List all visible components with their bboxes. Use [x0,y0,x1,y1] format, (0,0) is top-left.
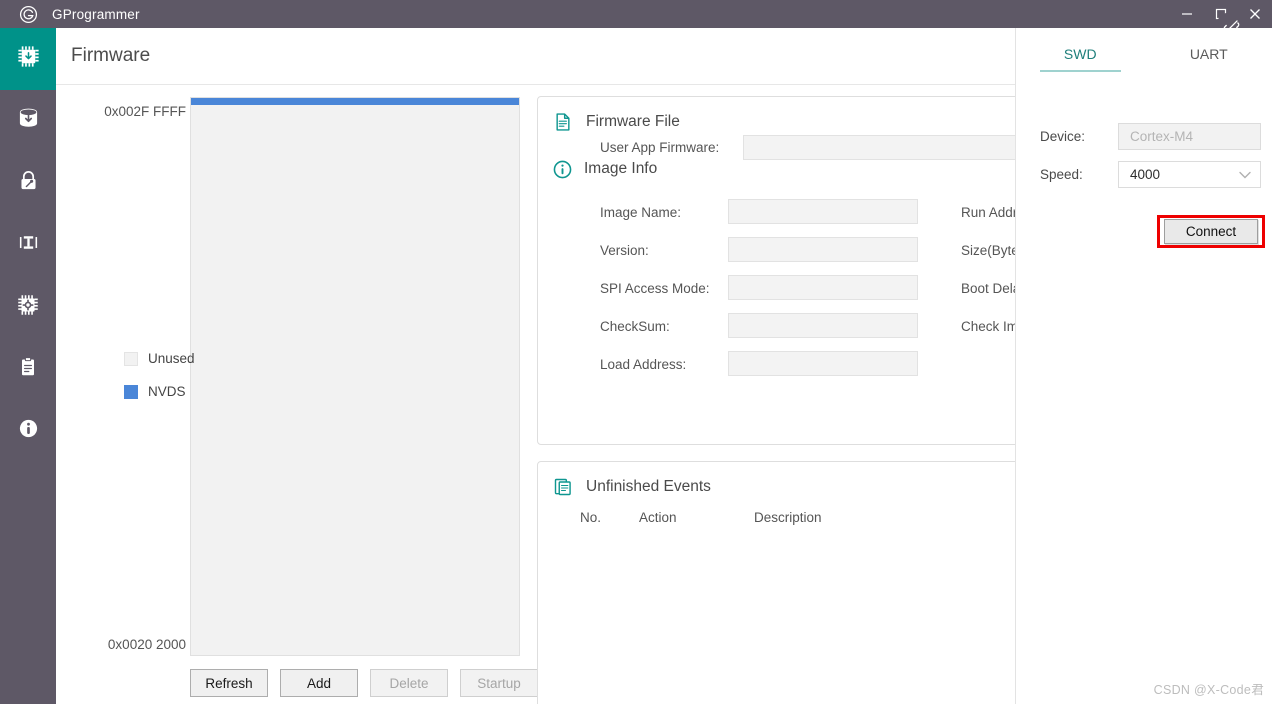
chip-download-icon [15,43,42,75]
page-header: Firmware [56,28,1015,85]
legend-label-nvds: NVDS [148,384,186,399]
add-button[interactable]: Add [280,669,358,697]
documents-stack-icon [552,476,574,498]
title-bar: GProgrammer [0,0,1272,28]
connection-panel: SWD UART Device: Cortex-M4 Speed: 4000 [1015,28,1272,708]
info-circle-icon [16,416,41,446]
spi-access-mode-label: SPI Access Mode: [600,281,710,296]
document-icon [552,111,574,133]
page-title: Firmware [71,45,151,66]
sidebar-item-firmware[interactable] [0,28,56,90]
connection-tabs: SWD UART [1016,28,1272,80]
memory-region-nvds[interactable] [191,98,519,105]
sidebar-item-about[interactable] [0,400,56,462]
boot-delay-label: Boot Delay: [961,281,1015,296]
memory-map-canvas[interactable] [190,97,520,656]
sidebar-item-efuse[interactable] [0,214,56,276]
lock-key-icon [16,168,41,198]
load-address-label: Load Address: [600,357,687,372]
image-name-label: Image Name: [600,205,682,220]
image-name-input[interactable] [728,199,918,224]
sidebar-item-log[interactable] [0,338,56,400]
minimize-button[interactable] [1170,0,1204,28]
unfinished-events-card: Unfinished Events No. Action Description [537,461,1015,708]
version-input[interactable] [728,237,918,262]
firmware-file-card: Firmware File User App Firmware: Image I… [537,96,1015,445]
version-label: Version: [600,243,649,258]
tab-uart[interactable]: UART [1145,28,1272,80]
device-row: Device: Cortex-M4 [1040,123,1261,150]
chip-settings-icon [15,292,41,323]
sidebar-rail [0,28,56,708]
legend-swatch-unused [124,351,138,366]
memory-top-address: 0x002F FFFF [104,104,186,119]
sidebar-item-flash-download[interactable] [0,90,56,152]
watermark: CSDN @X-Code君 [1153,683,1264,697]
run-address-label: Run Address: [961,205,1015,220]
spi-access-mode-input[interactable] [728,275,918,300]
events-column-no: No. [580,510,602,525]
delete-button: Delete [370,669,448,697]
checksum-label: CheckSum: [600,319,670,334]
check-image-label: Check Image: [961,319,1015,334]
device-input: Cortex-M4 [1118,123,1261,150]
user-app-firmware-input[interactable] [743,135,1015,160]
firmware-file-header: Firmware File [538,97,1015,133]
chevron-down-icon [1239,171,1251,179]
speed-select[interactable]: 4000 [1118,161,1261,188]
main-content: 0x002F FFFF 0x0020 2000 Unused NVDS Refr… [56,86,1015,708]
refresh-button[interactable]: Refresh [190,669,268,697]
legend-swatch-nvds [124,384,138,399]
sidebar-item-security[interactable] [0,152,56,214]
size-byte-label: Size(Byte): [961,243,1015,258]
app-window: GProgrammer Firmware 0x002F FFFF 0x0020 … [0,0,1272,708]
speed-label: Speed: [1040,167,1083,182]
g-circle-logo-icon [14,0,42,28]
connect-button[interactable]: Connect [1164,219,1258,244]
legend-item-nvds: NVDS [124,384,195,399]
clipboard-icon [16,355,40,384]
memory-legend: Unused NVDS [124,351,195,417]
tab-swd[interactable]: SWD [1016,28,1145,80]
memory-action-buttons: Refresh Add Delete Startup [190,669,538,697]
info-circle-icon [552,159,573,185]
app-title: GProgrammer [52,6,140,22]
efuse-tool-icon [16,230,41,260]
checksum-input[interactable] [728,313,918,338]
connect-highlight-box: Connect [1157,215,1265,248]
memory-map-panel: 0x002F FFFF 0x0020 2000 Unused NVDS Refr… [56,86,538,708]
sidebar-item-chip-config[interactable] [0,276,56,338]
events-column-action: Action [639,510,677,525]
firmware-file-title: Firmware File [586,113,680,130]
bottom-strip [0,704,1272,708]
device-label: Device: [1040,129,1086,144]
events-column-description: Description [754,510,822,525]
unfinished-events-header: Unfinished Events [538,462,1015,498]
unfinished-events-title: Unfinished Events [586,478,711,495]
memory-bottom-address: 0x0020 2000 [107,637,186,652]
image-info-title: Image Info [584,160,658,177]
speed-row: Speed: 4000 [1040,161,1261,188]
speed-select-value: 4000 [1130,167,1161,182]
database-download-icon [16,106,41,136]
user-app-firmware-label: User App Firmware: [600,140,720,155]
load-address-input[interactable] [728,351,918,376]
startup-button: Startup [460,669,538,697]
legend-label-unused: Unused [148,351,195,366]
legend-item-unused: Unused [124,351,195,366]
